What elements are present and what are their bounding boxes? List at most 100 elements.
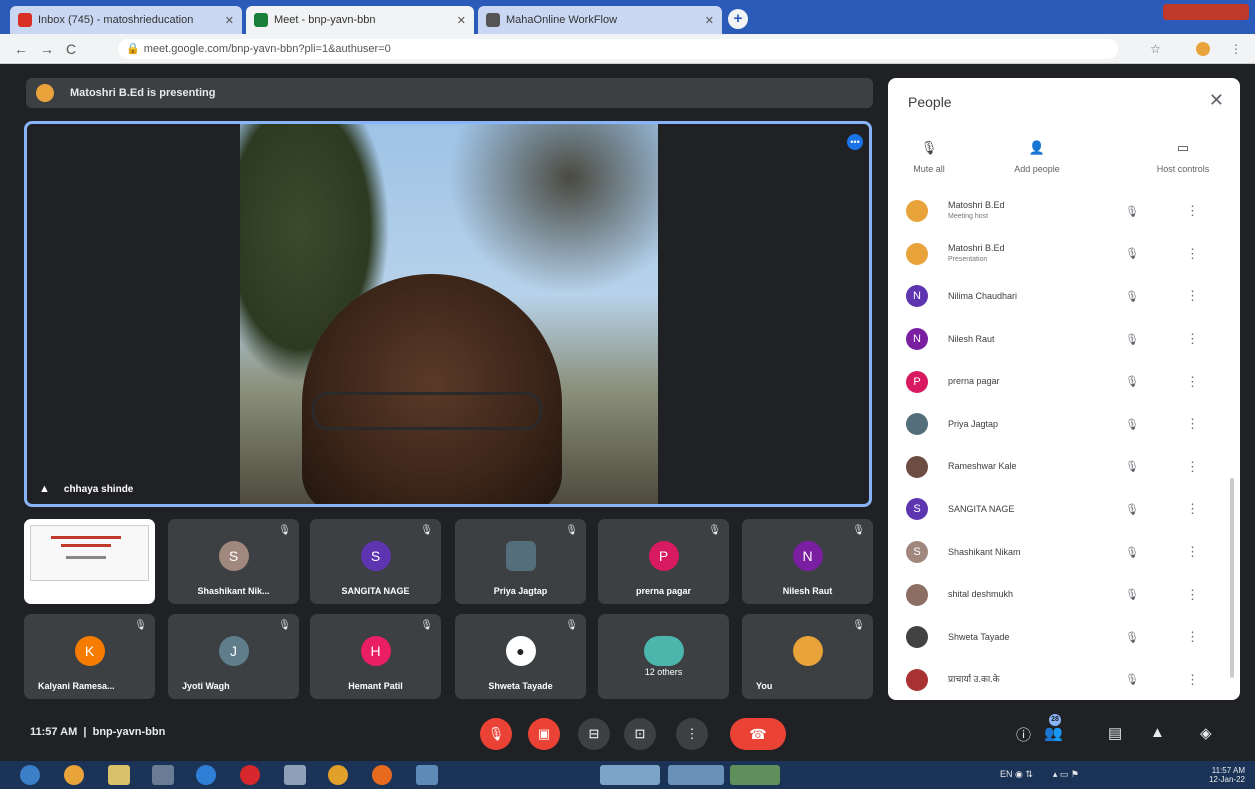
participant-tile[interactable]: 🎙 K Kalyani Ramesa... <box>24 614 155 699</box>
taskbar-clock[interactable]: 11:57 AM 12-Jan-22 <box>1209 766 1245 784</box>
close-tab-icon[interactable]: ✕ <box>457 14 466 27</box>
reload-icon[interactable]: C <box>66 41 76 57</box>
list-item[interactable]: Matoshri B.Ed Presentation 🎙 ⋮ <box>888 233 1240 276</box>
mic-toggle-button[interactable]: 🎙 <box>480 718 512 750</box>
mic-off-icon[interactable]: 🎙 <box>1125 588 1139 601</box>
mic-off-icon[interactable]: 🎙 <box>1125 503 1139 516</box>
more-options-icon[interactable]: ⋮ <box>1186 459 1199 475</box>
opera-icon[interactable] <box>240 765 260 785</box>
media-icon[interactable] <box>152 765 174 785</box>
more-options-icon[interactable]: ⋮ <box>1186 501 1199 517</box>
close-tab-icon[interactable]: ✕ <box>225 14 234 27</box>
self-tile[interactable]: 🎙 You <box>742 614 873 699</box>
chrome-taskbar-button[interactable] <box>600 765 660 785</box>
list-item[interactable]: N Nilima Chaudhari 🎙 ⋮ <box>888 275 1240 318</box>
participant-tile[interactable]: 🎙 Priya Jagtap <box>455 519 586 604</box>
star-icon[interactable]: ☆ <box>1150 42 1161 56</box>
list-item[interactable]: Shweta Tayade 🎙 ⋮ <box>888 616 1240 659</box>
profile-avatar[interactable] <box>1196 42 1210 56</box>
mic-off-icon[interactable]: 🎙 <box>1125 418 1139 431</box>
more-options-icon[interactable]: ⋮ <box>1186 374 1199 390</box>
more-options-icon[interactable]: ⋮ <box>1186 587 1199 603</box>
list-item[interactable]: S SANGITA NAGE 🎙 ⋮ <box>888 488 1240 531</box>
menu-icon[interactable]: ⋮ <box>1230 42 1242 56</box>
presentation-thumbnail[interactable] <box>24 519 155 604</box>
chrome-icon[interactable] <box>328 765 348 785</box>
speaking-indicator-icon: ••• <box>847 134 863 150</box>
list-item[interactable]: Matoshri B.Ed Meeting host 🎙 ⋮ <box>888 190 1240 233</box>
forward-icon[interactable]: → <box>40 41 54 57</box>
avatar: ● <box>505 636 536 666</box>
list-item[interactable]: S Shashikant Nikam 🎙 ⋮ <box>888 531 1240 574</box>
participant-tile[interactable]: 🎙 S SANGITA NAGE <box>310 519 441 604</box>
close-icon[interactable]: ✕ <box>1209 90 1224 111</box>
more-options-icon[interactable]: ⋮ <box>1186 629 1199 645</box>
mic-off-icon: 🎙 <box>420 620 433 631</box>
window-controls[interactable] <box>1163 4 1249 20</box>
folder-icon[interactable] <box>108 765 130 785</box>
more-options-icon[interactable]: ⋮ <box>1186 246 1199 262</box>
more-options-icon[interactable]: ⋮ <box>1186 544 1199 560</box>
others-tile[interactable]: 12 others <box>598 614 729 699</box>
chat-icon[interactable]: ▤ <box>1108 724 1122 742</box>
list-item[interactable]: Priya Jagtap 🎙 ⋮ <box>888 403 1240 446</box>
system-tray-icons[interactable]: EN ◉ ⇅ ▴ ▭ ⚑ <box>1000 769 1079 780</box>
host-controls-button[interactable]: ▭ Host controls <box>1126 140 1240 174</box>
more-options-icon[interactable]: ⋮ <box>1186 331 1199 347</box>
mic-off-icon[interactable]: 🎙 <box>1125 673 1139 686</box>
host-controls-icon[interactable]: ◈ <box>1200 724 1212 742</box>
mic-off-icon: 🎙 <box>565 620 578 631</box>
list-item[interactable]: प्राचार्या उ.का.के 🎙 ⋮ <box>888 659 1240 702</box>
tab-meet[interactable]: Meet - bnp-yavn-bbn ✕ <box>246 6 474 34</box>
info-icon[interactable]: ⓘ <box>1016 724 1031 745</box>
list-item[interactable]: N Nilesh Raut 🎙 ⋮ <box>888 318 1240 361</box>
word-taskbar-button[interactable] <box>668 765 724 785</box>
app-icon[interactable] <box>416 765 438 785</box>
add-people-button[interactable]: 👤 Add people <box>992 140 1082 174</box>
participant-tile[interactable]: 🎙 S Shashikant Nik... <box>168 519 299 604</box>
back-icon[interactable]: ← <box>14 41 28 57</box>
participant-tile[interactable]: 🎙 N Nilesh Raut <box>742 519 873 604</box>
mic-off-icon[interactable]: 🎙 <box>1125 247 1139 260</box>
list-item[interactable]: Rameshwar Kale 🎙 ⋮ <box>888 446 1240 489</box>
participant-tile[interactable]: 🎙 P prerna pagar <box>598 519 729 604</box>
excel-taskbar-button[interactable] <box>730 765 780 785</box>
start-button-icon[interactable] <box>20 765 40 785</box>
url-input[interactable]: 🔒 meet.google.com/bnp-yavn-bbn?pli=1&auth… <box>118 39 1118 59</box>
mute-all-button[interactable]: 🎙 Mute all <box>884 140 974 174</box>
participant-tile[interactable]: 🎙 J Jyoti Wagh <box>168 614 299 699</box>
participant-tile[interactable]: 🎙 ● Shweta Tayade <box>455 614 586 699</box>
more-options-icon[interactable]: ⋮ <box>1186 672 1199 688</box>
mic-off-icon[interactable]: 🎙 <box>1125 375 1139 388</box>
mic-off-icon[interactable]: 🎙 <box>1125 631 1139 644</box>
tab-mahaonline[interactable]: MahaOnline WorkFlow ✕ <box>478 6 722 34</box>
camera-toggle-button[interactable]: ▣ <box>528 718 560 750</box>
os-taskbar: EN ◉ ⇅ ▴ ▭ ⚑ 11:57 AM 12-Jan-22 <box>0 761 1255 789</box>
list-item[interactable]: P prerna pagar 🎙 ⋮ <box>888 360 1240 403</box>
mic-off-icon[interactable]: 🎙 <box>1125 205 1139 218</box>
list-item[interactable]: shital deshmukh 🎙 ⋮ <box>888 573 1240 616</box>
scrollbar[interactable] <box>1230 478 1234 678</box>
mic-off-icon[interactable]: 🎙 <box>1125 546 1139 559</box>
activities-icon[interactable]: ▲ <box>1150 724 1165 741</box>
people-icon[interactable]: 👥 <box>1044 724 1063 742</box>
tab-inbox[interactable]: Inbox (745) - matoshrieducation ✕ <box>10 6 242 34</box>
present-button[interactable]: ⊡ <box>624 718 656 750</box>
main-speaker-tile[interactable]: ••• ▲ chhaya shinde <box>24 121 872 507</box>
ie-icon[interactable] <box>196 765 216 785</box>
captions-button[interactable]: ⊟ <box>578 718 610 750</box>
mic-off-icon[interactable]: 🎙 <box>1125 333 1139 346</box>
participant-tile[interactable]: 🎙 H Hemant Patil <box>310 614 441 699</box>
more-options-icon[interactable]: ⋮ <box>1186 416 1199 432</box>
new-tab-button[interactable]: + <box>728 9 748 29</box>
mic-off-icon[interactable]: 🎙 <box>1125 290 1139 303</box>
more-options-icon[interactable]: ⋮ <box>1186 288 1199 304</box>
leave-call-button[interactable]: ☎ <box>730 718 786 750</box>
more-options-icon[interactable]: ⋮ <box>1186 203 1199 219</box>
app-icon[interactable] <box>64 765 84 785</box>
close-tab-icon[interactable]: ✕ <box>705 14 714 27</box>
more-options-button[interactable]: ⋮ <box>676 718 708 750</box>
app-icon[interactable] <box>284 765 306 785</box>
mic-off-icon[interactable]: 🎙 <box>1125 460 1139 473</box>
firefox-icon[interactable] <box>372 765 392 785</box>
